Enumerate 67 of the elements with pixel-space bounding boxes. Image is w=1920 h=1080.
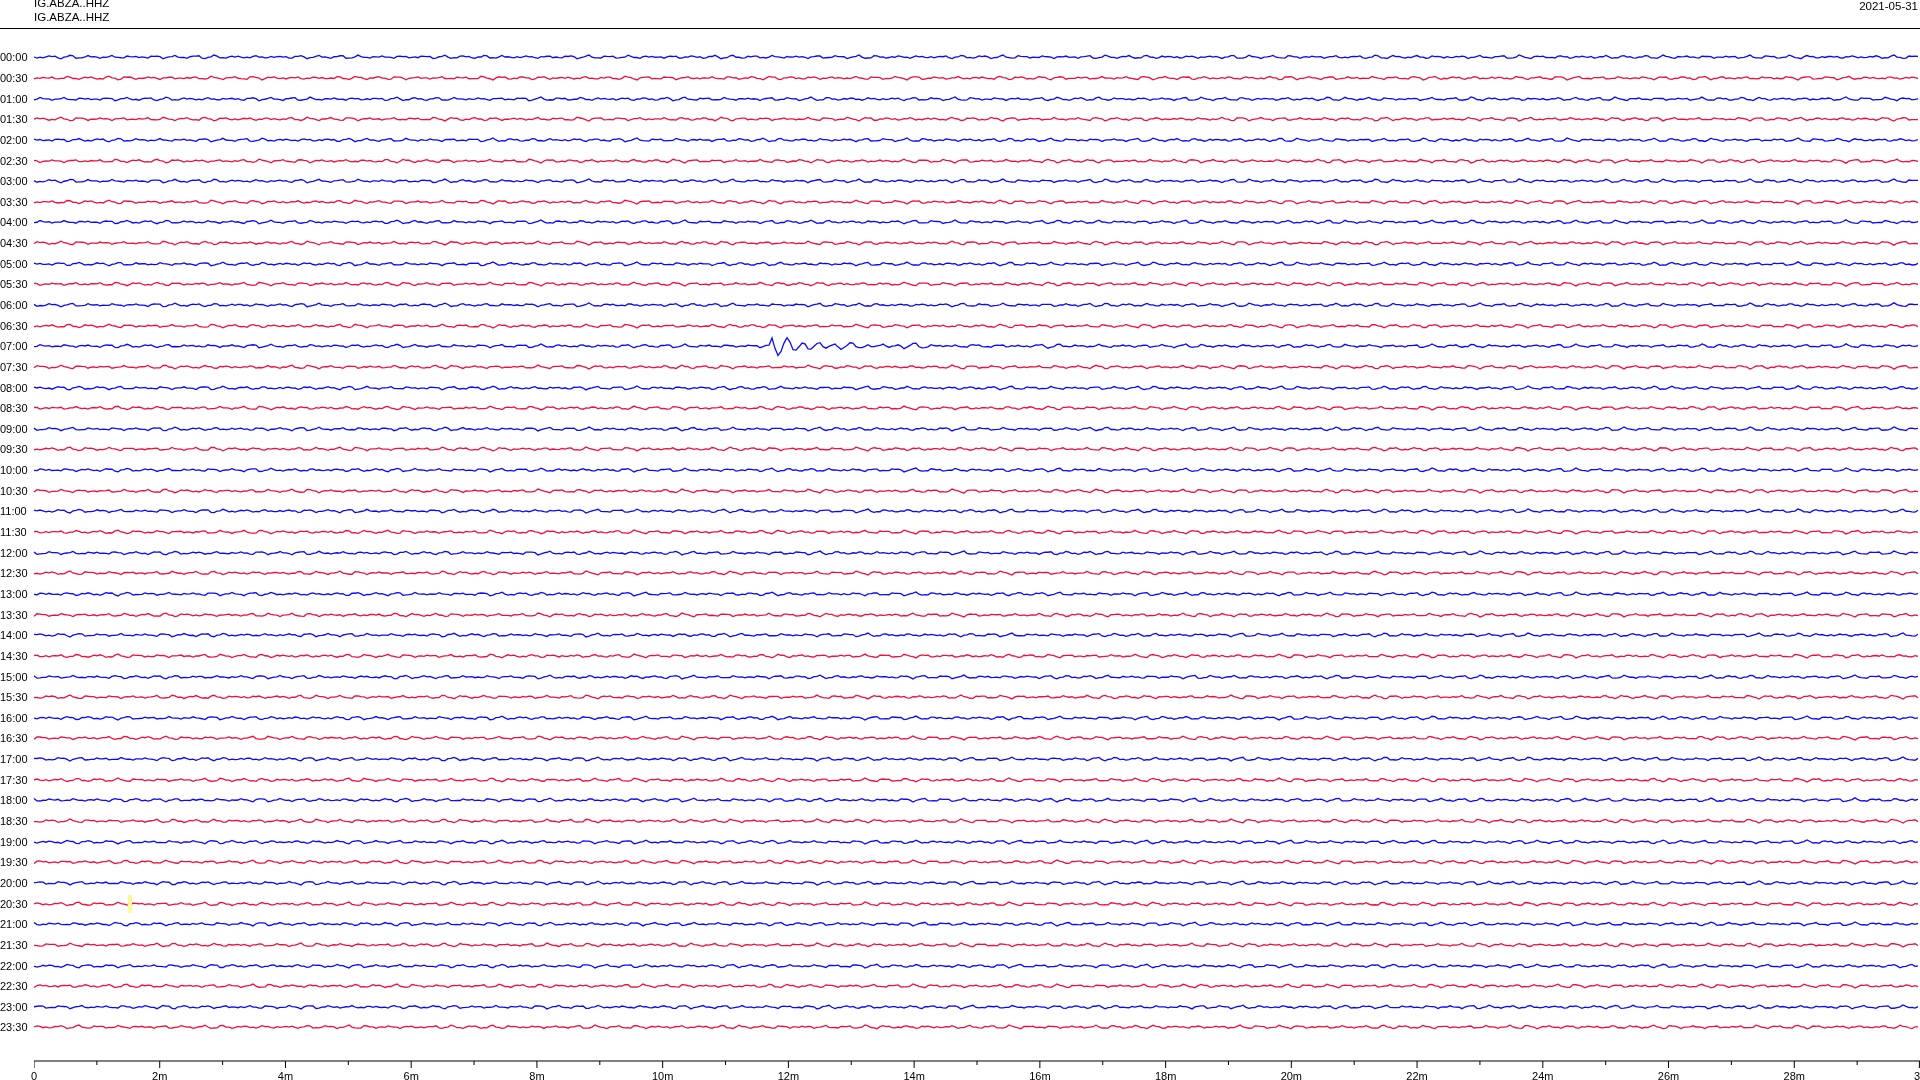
axis-tick-label: 2m bbox=[152, 1069, 168, 1080]
time-label: 09:30 bbox=[0, 443, 29, 456]
time-label: 05:30 bbox=[0, 278, 29, 291]
time-label: 16:30 bbox=[0, 732, 29, 745]
time-label: 18:00 bbox=[0, 794, 29, 807]
time-label: 18:30 bbox=[0, 815, 29, 827]
time-label: 13:30 bbox=[0, 608, 29, 621]
axis-tick-label: 0 bbox=[31, 1069, 38, 1080]
time-label: 16:00 bbox=[0, 711, 29, 724]
time-label: 20:30 bbox=[0, 897, 29, 910]
time-label: 00:30 bbox=[0, 71, 29, 84]
time-label: 14:00 bbox=[0, 629, 29, 642]
axis-tick-label: 3 bbox=[1913, 1069, 1920, 1080]
time-label: 14:30 bbox=[0, 649, 29, 662]
axis-tick-label: 8m bbox=[529, 1069, 545, 1080]
axis-tick-label: 4m bbox=[277, 1069, 294, 1080]
time-label: 03:00 bbox=[0, 175, 29, 188]
time-label: 17:00 bbox=[0, 753, 29, 766]
time-label: 21:30 bbox=[0, 938, 29, 951]
time-label: 08:30 bbox=[0, 402, 29, 415]
time-label: 02:30 bbox=[0, 154, 29, 167]
time-label: 19:00 bbox=[0, 835, 29, 848]
axis-tick-label: 12m bbox=[777, 1069, 800, 1080]
axis-tick-label: 20m bbox=[1280, 1069, 1303, 1080]
time-label: 19:30 bbox=[0, 856, 29, 869]
time-label: 22:30 bbox=[0, 980, 29, 993]
time-label: 23:30 bbox=[0, 1021, 29, 1034]
time-label: 00:00 bbox=[0, 51, 29, 64]
time-label: 06:00 bbox=[0, 299, 29, 311]
time-label: 03:30 bbox=[0, 195, 29, 208]
time-label: 12:30 bbox=[0, 567, 29, 580]
time-label: 06:30 bbox=[0, 319, 29, 332]
time-label: 10:30 bbox=[0, 484, 29, 497]
time-label: 11:30 bbox=[0, 526, 28, 539]
time-label: 23:00 bbox=[0, 1000, 29, 1013]
time-label: 17:30 bbox=[0, 773, 29, 786]
time-label: 20:00 bbox=[0, 876, 29, 889]
time-label: 07:30 bbox=[0, 360, 29, 373]
axis-tick-label: 18m bbox=[1154, 1069, 1177, 1080]
time-label: 04:00 bbox=[0, 216, 29, 229]
time-label: 04:30 bbox=[0, 237, 29, 250]
axis-tick-label: 26m bbox=[1657, 1069, 1680, 1080]
axis-tick-label: 6m bbox=[403, 1069, 419, 1080]
time-label: 15:30 bbox=[0, 691, 29, 704]
pick-marker bbox=[128, 894, 132, 913]
time-label: 01:00 bbox=[0, 92, 29, 105]
station-label: IG.ABZA..HHZ bbox=[34, 10, 110, 24]
date-label: 2021-05-31 bbox=[1859, 0, 1919, 12]
axis-tick-label: 10m bbox=[651, 1069, 674, 1080]
axis-tick-label: 28m bbox=[1783, 1069, 1805, 1080]
time-label: 13:00 bbox=[0, 587, 29, 600]
time-label: 22:00 bbox=[0, 959, 29, 972]
time-label: 10:00 bbox=[0, 464, 29, 477]
axis-tick-label: 14m bbox=[903, 1069, 925, 1080]
time-label: 15:00 bbox=[0, 670, 29, 683]
time-label: 21:00 bbox=[0, 918, 29, 931]
time-label: 12:00 bbox=[0, 546, 29, 559]
time-label: 02:00 bbox=[0, 133, 29, 146]
axis-tick-label: 16m bbox=[1029, 1069, 1051, 1080]
time-label: 07:00 bbox=[0, 340, 29, 353]
time-label: 08:00 bbox=[0, 381, 29, 394]
axis-tick-label: 24m bbox=[1532, 1069, 1554, 1080]
time-label: 01:30 bbox=[0, 113, 29, 126]
time-label: 05:00 bbox=[0, 257, 29, 270]
axis-tick-label: 22m bbox=[1406, 1069, 1428, 1080]
time-label: 11:00 bbox=[0, 505, 28, 518]
time-label: 09:00 bbox=[0, 422, 29, 435]
